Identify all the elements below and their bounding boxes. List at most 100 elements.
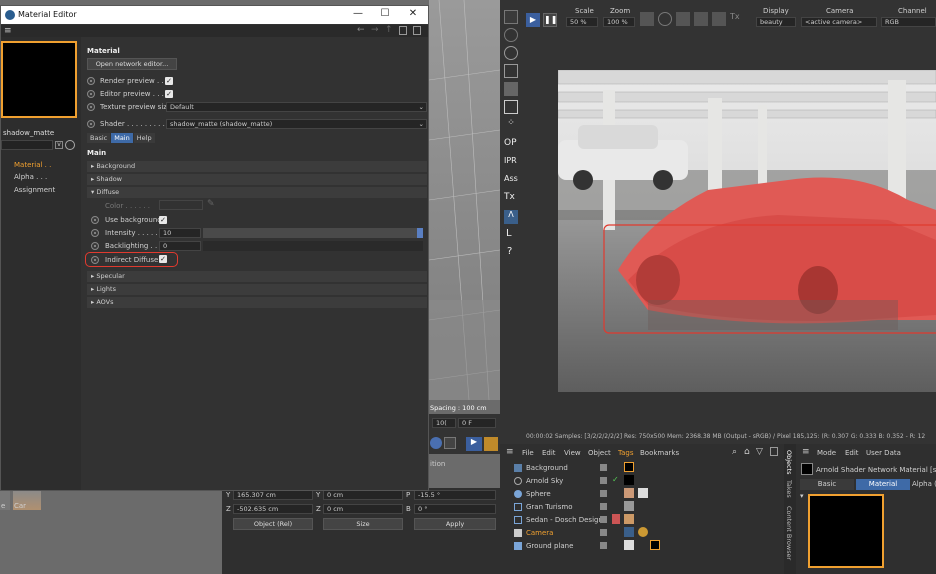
- attr-tab-material[interactable]: Material: [856, 479, 910, 490]
- editor-preview-checkbox[interactable]: ✓: [165, 90, 173, 98]
- arnold-tag-icon[interactable]: [624, 527, 634, 537]
- material-name-field[interactable]: [1, 140, 53, 150]
- tag-icon[interactable]: [612, 514, 620, 524]
- material-tag-icon[interactable]: [624, 462, 634, 472]
- help-tool[interactable]: ?: [507, 246, 512, 257]
- play-icon[interactable]: ▶: [466, 437, 482, 451]
- material-tag-icon[interactable]: [638, 488, 648, 498]
- tab-basic[interactable]: Basic: [87, 133, 111, 143]
- backlighting-field[interactable]: 0: [159, 241, 201, 251]
- om-row[interactable]: Camera: [506, 527, 782, 539]
- attr-menu-mode[interactable]: Mode: [817, 449, 836, 457]
- side-tab-content-browser[interactable]: Content Browser: [785, 506, 793, 560]
- shader-radio[interactable]: [87, 120, 95, 128]
- om-row[interactable]: Background: [506, 462, 782, 474]
- lock-icon[interactable]: [399, 26, 407, 35]
- material-editor-titlebar[interactable]: Material Editor — ☐ ✕: [1, 6, 428, 24]
- cursor-icon[interactable]: [65, 140, 75, 150]
- scale-field[interactable]: 50 %: [566, 17, 598, 27]
- tag-icon[interactable]: [624, 540, 634, 550]
- open-network-editor-button[interactable]: Open network editor...: [87, 58, 177, 70]
- use-background-checkbox[interactable]: ✓: [159, 216, 167, 224]
- texture-preview-radio[interactable]: [87, 103, 95, 111]
- om-visibility-icon[interactable]: [600, 477, 607, 484]
- material-tag-icon[interactable]: [624, 514, 634, 524]
- dropdown-toggle-icon[interactable]: v: [55, 141, 63, 149]
- tx-tool[interactable]: Tx: [504, 192, 515, 202]
- material-tag-icon[interactable]: [624, 501, 634, 511]
- group-lights[interactable]: ▸ Lights: [87, 284, 427, 295]
- color-field[interactable]: [159, 200, 203, 210]
- om-visibility-icon[interactable]: [600, 490, 607, 497]
- indirect-diffuse-radio[interactable]: [91, 256, 99, 264]
- render-image[interactable]: [558, 70, 936, 392]
- ass-tool[interactable]: Ass: [504, 174, 518, 183]
- side-tab-takes[interactable]: Takes: [785, 480, 793, 498]
- intensity-slider[interactable]: [203, 228, 423, 238]
- layers-icon[interactable]: [504, 10, 518, 24]
- cube-solid-icon[interactable]: [504, 82, 518, 96]
- collapse-arrow-icon[interactable]: ▾: [800, 492, 804, 500]
- use-background-radio[interactable]: [91, 216, 99, 224]
- material-preview[interactable]: [1, 41, 77, 118]
- group-aovs[interactable]: ▸ AOVs: [87, 297, 427, 308]
- backlighting-radio[interactable]: [91, 242, 99, 250]
- record-icon[interactable]: [430, 437, 442, 449]
- channel-select[interactable]: RGB: [881, 17, 936, 27]
- film-icon[interactable]: [484, 437, 498, 451]
- om-row[interactable]: Ground plane: [506, 540, 782, 552]
- om-visibility-icon[interactable]: [600, 464, 607, 471]
- om-menu-tags[interactable]: Tags: [618, 449, 634, 457]
- editor-preview-radio[interactable]: [87, 90, 95, 98]
- new-window-icon[interactable]: [413, 26, 421, 35]
- om-row[interactable]: Sphere: [506, 488, 782, 500]
- frame-end-field[interactable]: 10(: [432, 418, 456, 428]
- eyedropper-icon[interactable]: ✎: [207, 199, 215, 209]
- display-select[interactable]: beauty: [756, 17, 796, 27]
- keyframe-grid-icon[interactable]: [444, 437, 456, 449]
- ipr-play-button[interactable]: ▶: [526, 13, 540, 27]
- arnold-icon[interactable]: Λ: [504, 210, 518, 224]
- backlighting-slider[interactable]: [203, 241, 423, 251]
- hamburger-menu-icon[interactable]: ≡: [4, 26, 12, 36]
- grid-icon[interactable]: [658, 12, 672, 26]
- protection-tag-icon[interactable]: [638, 527, 648, 537]
- up-arrow-icon[interactable]: ↑: [385, 25, 393, 35]
- tab-main[interactable]: Main: [111, 133, 133, 143]
- coord-p-field[interactable]: -15.5 °: [414, 490, 496, 500]
- light-bulb-icon[interactable]: [504, 28, 518, 42]
- om-menu-view[interactable]: View: [564, 449, 581, 457]
- shader-select[interactable]: shadow_matte (shadow_matte) ⌄: [166, 119, 427, 129]
- maximize-button[interactable]: ☐: [374, 8, 396, 22]
- dots-icon[interactable]: ⁘: [504, 118, 518, 132]
- frame-icon[interactable]: [640, 12, 654, 26]
- om-row[interactable]: Gran Turismo: [506, 501, 782, 513]
- zoom-field[interactable]: 100 %: [603, 17, 635, 27]
- coord-size-select[interactable]: Size: [323, 518, 403, 530]
- coord-mode-select[interactable]: Object (Rel): [233, 518, 313, 530]
- l-tool[interactable]: L: [506, 228, 512, 239]
- attr-menu-edit[interactable]: Edit: [845, 449, 859, 457]
- tx-icon[interactable]: Tx: [730, 12, 744, 26]
- cube-icon[interactable]: [504, 64, 518, 78]
- region-icon[interactable]: [676, 12, 690, 26]
- back-arrow-icon[interactable]: ←: [357, 25, 365, 35]
- ipr-tool[interactable]: IPR: [504, 156, 517, 165]
- om-search-icon[interactable]: ⌕: [732, 447, 737, 457]
- group-background[interactable]: ▸ Background: [87, 161, 427, 172]
- channel-material[interactable]: Material . .: [14, 161, 51, 169]
- render-preview-radio[interactable]: [87, 77, 95, 85]
- attr-material-preview[interactable]: [808, 494, 884, 568]
- coord-b-field[interactable]: 0 °: [414, 504, 496, 514]
- page-icon[interactable]: [504, 100, 518, 114]
- globe-icon[interactable]: [504, 46, 518, 60]
- om-menu-bookmarks[interactable]: Bookmarks: [640, 449, 679, 457]
- om-row[interactable]: Arnold Sky ✓: [506, 475, 782, 487]
- minimize-button[interactable]: —: [347, 8, 369, 22]
- group-shadow[interactable]: ▸ Shadow: [87, 174, 427, 185]
- channel-alpha[interactable]: Alpha . . .: [14, 173, 47, 181]
- tab-help[interactable]: Help: [133, 133, 155, 143]
- om-new-window-icon[interactable]: [770, 447, 778, 456]
- check-tag-icon[interactable]: ✓: [612, 475, 619, 484]
- om-filter-icon[interactable]: ▽: [756, 447, 763, 457]
